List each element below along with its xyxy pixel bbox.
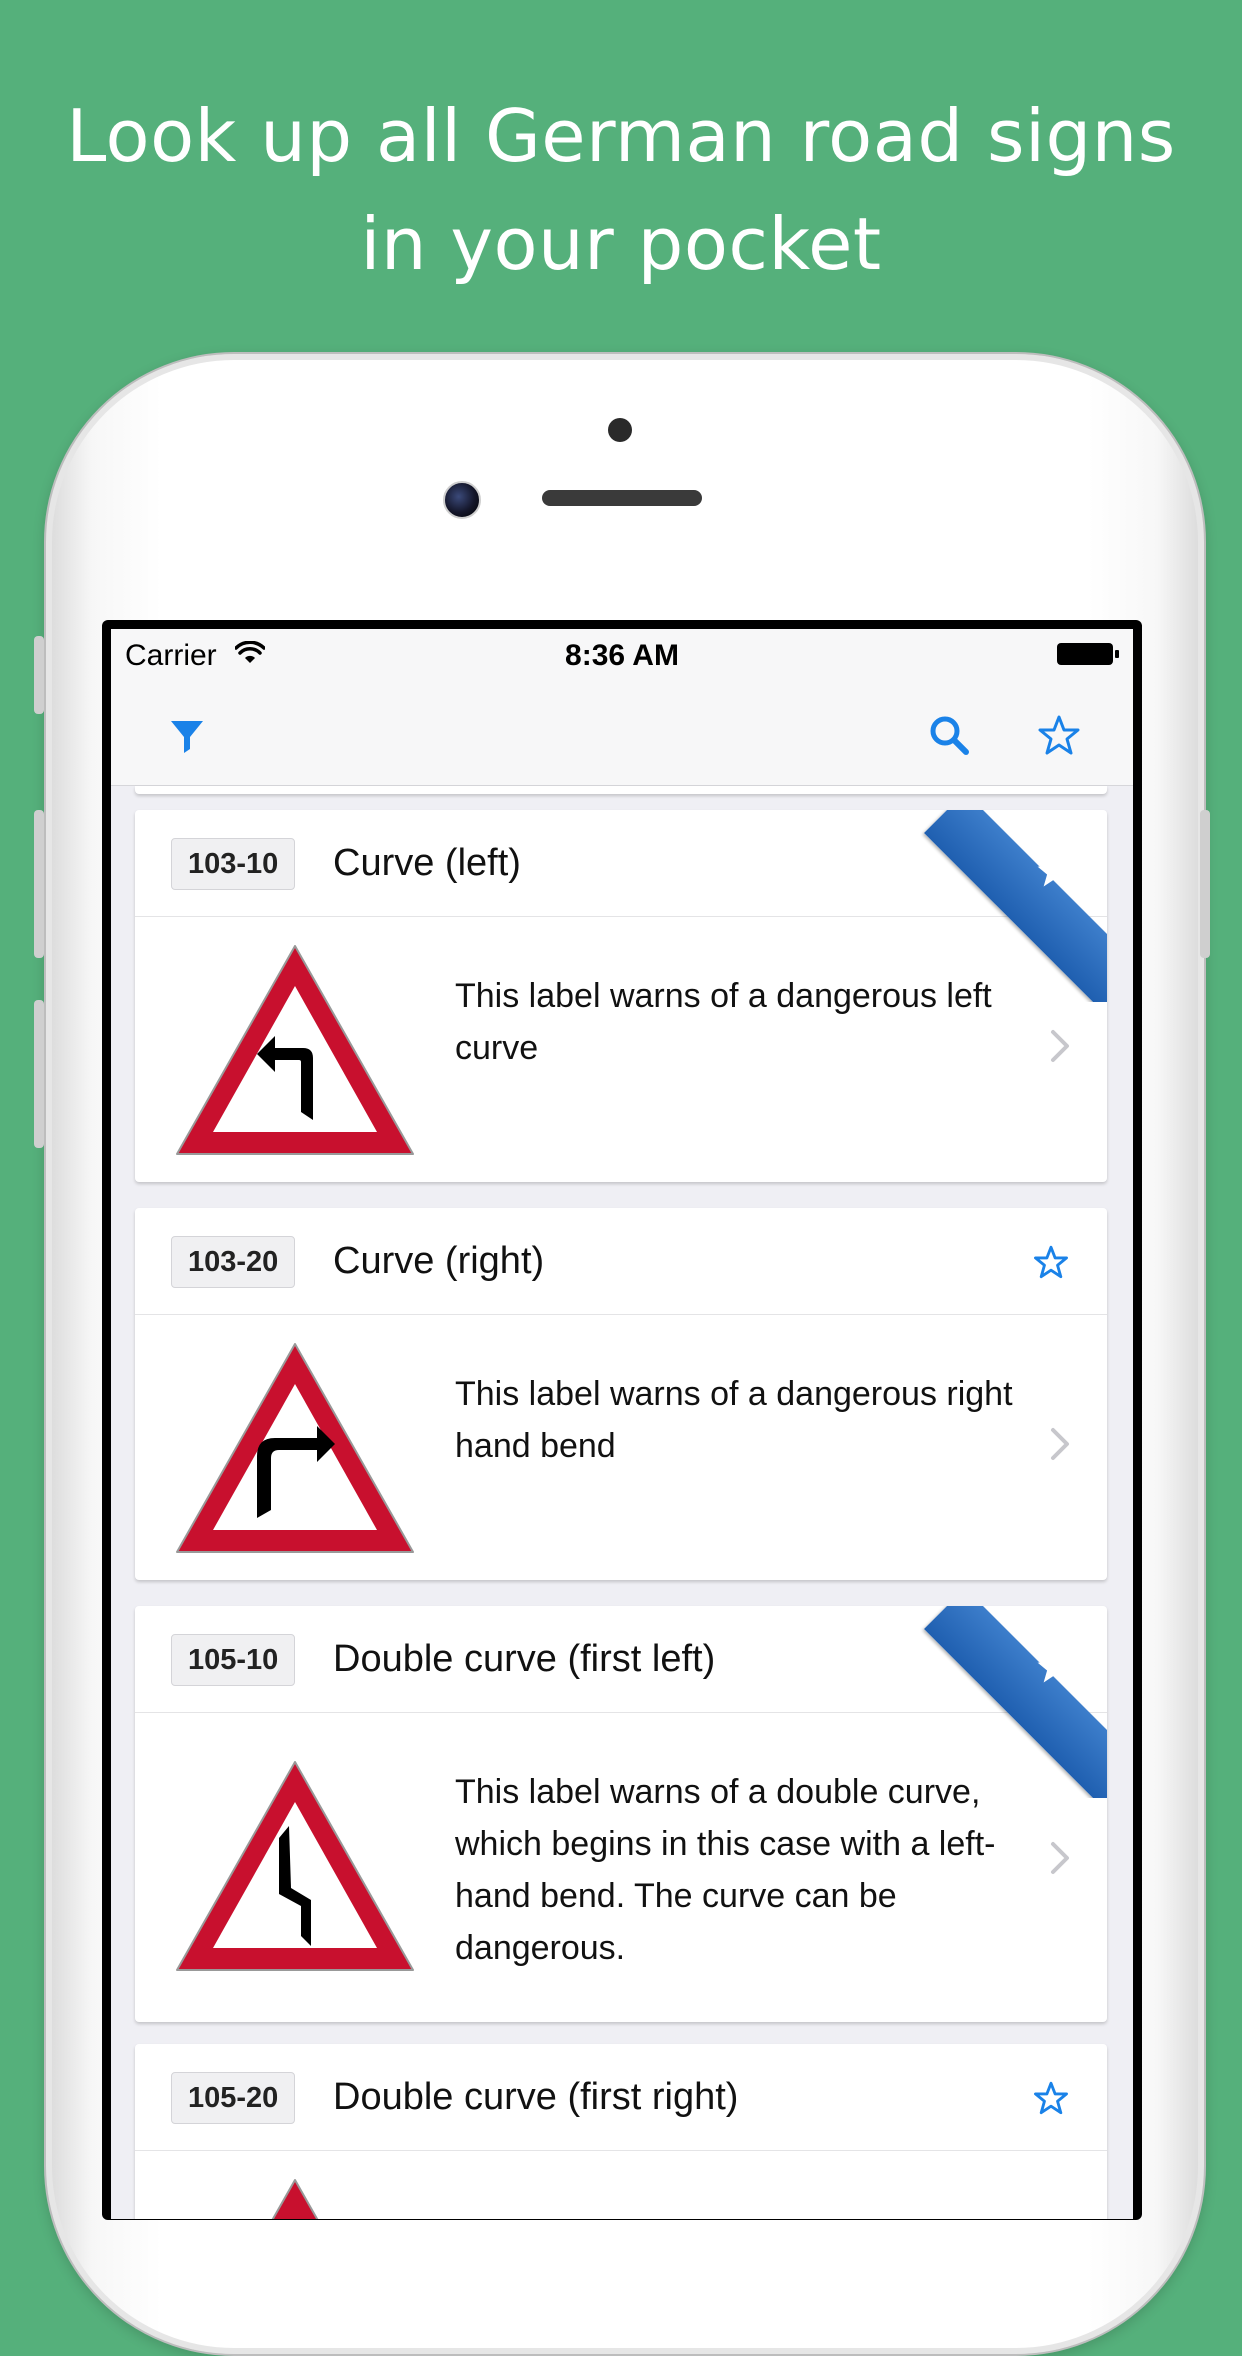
card-header: 103-20 Curve (right) <box>135 1208 1107 1315</box>
headline-line-1: Look up all German road signs <box>66 94 1176 178</box>
phone-power-button <box>1200 810 1210 958</box>
double-curve-left-sign-icon <box>176 1761 414 1971</box>
previous-card-edge <box>135 786 1107 794</box>
headline: Look up all German road signs in your po… <box>0 82 1242 298</box>
phone-speaker <box>542 490 702 506</box>
status-time: 8:36 AM <box>565 639 679 672</box>
curve-left-sign-icon <box>176 945 414 1155</box>
sign-title: Curve (right) <box>333 1240 545 1282</box>
favorite-ribbon-band <box>923 1606 1107 1798</box>
favorite-ribbon <box>915 1606 1107 1798</box>
headline-line-2: in your pocket <box>360 202 882 286</box>
favorite-ribbon-band <box>923 810 1107 1002</box>
sign-title: Double curve (first right) <box>333 2076 739 2118</box>
sign-code-badge: 105-10 <box>171 1634 296 1686</box>
chevron-right-icon[interactable] <box>1049 1028 1071 1064</box>
sign-description: This label warns of a dangerous right ha… <box>455 1375 1013 1465</box>
chevron-right-icon[interactable] <box>1049 1840 1071 1876</box>
sign-card[interactable]: 103-10 Curve (left) This label warns of … <box>135 810 1107 1182</box>
favorite-star-icon[interactable] <box>1033 1244 1069 1280</box>
card-header: 105-20 Double curve (first right) <box>135 2044 1107 2151</box>
favorites-star-icon[interactable] <box>1037 713 1081 757</box>
app-screen: Carrier 8:36 AM 103-10 Curve (left) This… <box>111 629 1133 2219</box>
sign-card[interactable]: 105-20 Double curve (first right) <box>135 2044 1107 2219</box>
sign-title: Curve (left) <box>333 842 521 884</box>
phone-camera <box>443 481 481 519</box>
sign-card[interactable]: 103-20 Curve (right) This label warns of… <box>135 1208 1107 1580</box>
favorite-ribbon-star-icon <box>1037 1651 1071 1683</box>
phone-sensor <box>608 418 632 442</box>
filter-icon[interactable] <box>165 713 209 757</box>
chevron-right-icon[interactable] <box>1049 1426 1071 1462</box>
favorite-ribbon-star-icon <box>1037 855 1071 887</box>
sign-code-badge: 103-10 <box>171 838 296 890</box>
sign-code-badge: 105-20 <box>171 2072 296 2124</box>
battery-icon <box>1057 643 1119 665</box>
sign-code-badge: 103-20 <box>171 1236 296 1288</box>
phone-volume-up <box>34 810 44 958</box>
phone-mute-switch <box>34 636 44 714</box>
status-bar: Carrier 8:36 AM <box>111 629 1133 685</box>
curve-right-sign-icon <box>176 1343 414 1553</box>
sign-title: Double curve (first left) <box>333 1638 716 1680</box>
sign-card[interactable]: 105-10 Double curve (first left) This la… <box>135 1606 1107 2022</box>
favorite-star-icon[interactable] <box>1033 2080 1069 2116</box>
phone-volume-down <box>34 1000 44 1148</box>
favorite-ribbon <box>915 810 1107 1002</box>
search-icon[interactable] <box>927 713 971 757</box>
navigation-bar <box>111 685 1133 786</box>
double-curve-right-sign-icon <box>271 2179 319 2219</box>
